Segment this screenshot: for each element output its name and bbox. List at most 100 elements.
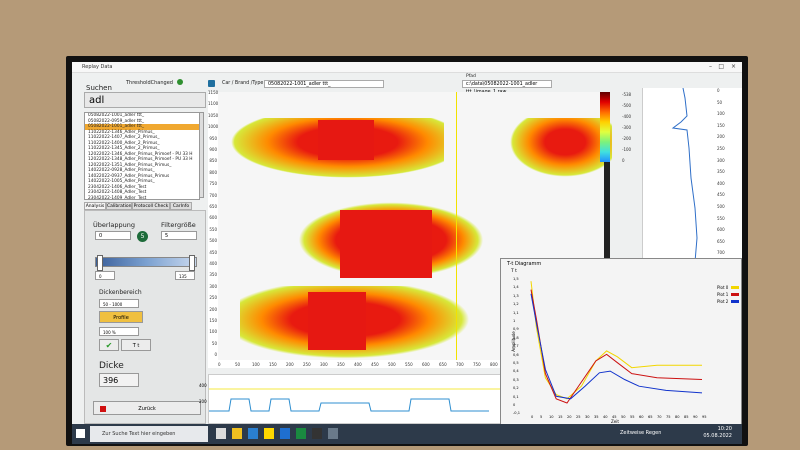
map-x-tick: 350 — [337, 362, 345, 367]
roof-hotspot — [340, 210, 432, 278]
window-titlebar: Replay Data – □ × — [72, 62, 742, 73]
minimize-icon[interactable]: – — [709, 62, 712, 72]
step-badge[interactable]: 5 — [137, 231, 148, 242]
measurement-list[interactable]: 05082022-1001_adler ttt_ 05082022-0959_ad… — [84, 112, 200, 200]
tab-protocoll-check[interactable]: Protocoll Check — [132, 202, 170, 210]
clock-date: 05.08.2022 — [703, 433, 732, 439]
edge-icon[interactable] — [280, 428, 290, 439]
task-view-icon[interactable] — [216, 428, 226, 439]
profile-y-tick: 650 — [717, 238, 725, 244]
x-cursor-line[interactable] — [456, 92, 457, 360]
tab-calibration[interactable]: Calibration — [106, 202, 132, 210]
ueberlappung-field[interactable]: 0 — [95, 231, 131, 240]
zurueck-button[interactable]: Zurück — [93, 401, 201, 415]
graph-x-tick: 45 — [612, 415, 617, 419]
zurueck-label: Zurück — [138, 406, 156, 412]
filtergroesse-label: Filtergröße — [161, 221, 196, 229]
graph-y-tick: 0,5 — [513, 361, 519, 365]
car-rear-view — [508, 118, 612, 178]
bottom-line — [209, 398, 489, 412]
graph-y-tick: 1 — [513, 319, 516, 323]
percent-field[interactable]: 100 % — [99, 327, 139, 336]
t-button[interactable]: T t — [121, 339, 151, 351]
graph-axis-title: T t — [511, 269, 517, 274]
map-x-tick: 100 — [252, 362, 260, 367]
colorscale-tick: -200 — [622, 136, 632, 141]
terminal-icon[interactable] — [312, 428, 322, 439]
legend-entry: Plot 0 — [717, 285, 740, 290]
windows-start-icon[interactable] — [76, 429, 85, 438]
colorscale-tick: -538 — [622, 92, 632, 97]
legend-entry: Plot 2 — [717, 299, 740, 304]
map-x-tick: 650 — [439, 362, 447, 367]
map-x-tick: 500 — [388, 362, 396, 367]
maximize-icon[interactable]: □ — [718, 62, 724, 72]
slider-handle-max[interactable] — [189, 255, 195, 271]
app-green-icon[interactable] — [296, 428, 306, 439]
list-item[interactable]: 23042022-1409_Adler_Test — [85, 196, 199, 200]
tab-analysis[interactable]: Analysis — [84, 202, 106, 210]
mail-icon[interactable] — [248, 428, 258, 439]
graph-x-tick: 50 — [621, 415, 626, 419]
map-y-tick: 150 — [209, 318, 217, 323]
taskbar-search[interactable]: Zur Suche Text hier eingeben — [90, 426, 208, 442]
weather-text[interactable]: Zeitweise Regen — [620, 430, 661, 436]
slider-min-field[interactable]: 0 — [95, 271, 115, 280]
replay-app-icon[interactable] — [328, 428, 338, 439]
graph-y-tick: -0,1 — [513, 411, 521, 416]
map-y-tick: 550 — [209, 226, 217, 232]
threshold-slider[interactable] — [95, 257, 197, 267]
filtergroesse-field[interactable]: 5 — [161, 231, 197, 240]
map-y-tick: 250 — [209, 295, 217, 301]
list-scrollbar[interactable] — [199, 112, 204, 198]
map-x-tick: 550 — [405, 362, 413, 367]
thickness-profile: 0 50 100 150 200 250 300 350 400 450 500 550 600 650 7… — [642, 87, 742, 263]
tab-bar: Analysis Calibration Protocoll Check Car… — [84, 202, 206, 210]
clock[interactable]: 10:20 05.08.2022 — [703, 426, 732, 440]
profile-button[interactable]: Profile — [99, 311, 143, 323]
slider-handle-min[interactable] — [97, 255, 103, 271]
colorscale-tick: 0 — [622, 158, 625, 163]
map-y-tick: 1150 — [208, 90, 219, 95]
map-y-tick: 750 — [209, 181, 217, 187]
graph-y-tick: 0 — [513, 403, 516, 407]
t-button-label: T t — [132, 343, 140, 349]
app-l-icon[interactable] — [264, 428, 274, 439]
colorscale-tick: -300 — [622, 125, 632, 130]
map-y-tick: 700 — [209, 192, 217, 198]
refresh-icon[interactable] — [208, 80, 215, 87]
dickenbereich-field[interactable]: 50 - 1000 — [99, 299, 139, 308]
legend-label: Plot 1 — [717, 292, 729, 297]
graph-y-tick: 1,2 — [513, 302, 519, 307]
dickenbereich-label: Dickenbereich — [99, 289, 142, 296]
colorscale-tick: -100 — [622, 147, 632, 152]
map-x-tick: 150 — [269, 362, 277, 367]
search-input[interactable]: adl — [84, 92, 206, 108]
explorer-icon[interactable] — [232, 428, 242, 439]
profile-y-tick: 550 — [717, 215, 725, 221]
map-y-tick: 0 — [214, 352, 217, 358]
search-label: Suchen — [86, 84, 112, 92]
map-y-tick: 200 — [209, 306, 217, 312]
profile-y-tick: 300 — [717, 157, 725, 163]
profile-y-tick: 0 — [717, 88, 720, 93]
slider-max-field[interactable]: 135 — [175, 271, 195, 280]
legend-swatch — [731, 293, 740, 296]
map-x-tick: 200 — [286, 362, 294, 367]
profile-y-tick: 500 — [717, 204, 725, 209]
profile-button-label: Profile — [113, 315, 129, 321]
graph-y-tick: 0,9 — [513, 327, 519, 332]
check-icon[interactable]: ✔ — [99, 339, 119, 351]
profile-y-tick: 700 — [717, 250, 725, 256]
legend-swatch — [731, 286, 740, 289]
tab-carinfo[interactable]: CarInfo — [170, 202, 192, 210]
profile-y-tick: 150 — [717, 122, 725, 128]
tt-diagram-window[interactable]: T-t Diagramm T t Amplitude Zeit 1,5 1,4 1,… — [500, 258, 742, 430]
map-y-tick: 450 — [209, 249, 217, 255]
type-field[interactable]: 05082022-1001_adler ttt_ — [264, 80, 384, 88]
path-field[interactable]: c:\data\05082022-1001_adler ttt_\image_1… — [462, 80, 552, 95]
map-x-tick: 0 — [218, 362, 221, 367]
graph-x-tick: 0 — [531, 415, 534, 419]
close-icon[interactable]: × — [731, 62, 736, 72]
list-item[interactable]: 12022022-1348_Adler_Primus_Primoef - PU … — [85, 157, 199, 163]
